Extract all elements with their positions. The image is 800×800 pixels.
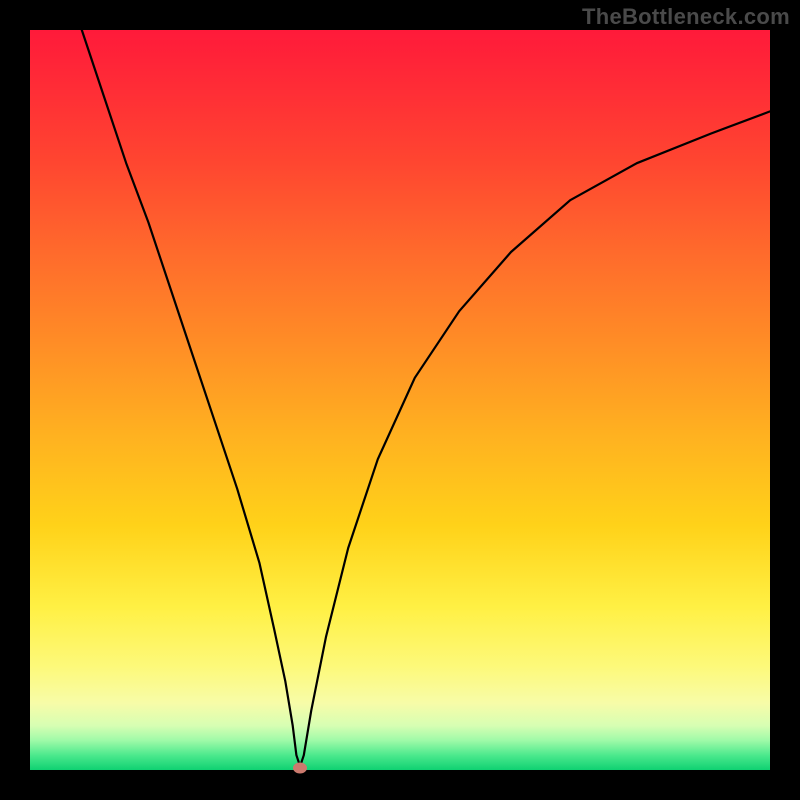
minimum-marker bbox=[293, 762, 307, 773]
bottleneck-curve bbox=[30, 30, 770, 770]
plot-area bbox=[30, 30, 770, 770]
watermark-text: TheBottleneck.com bbox=[582, 4, 790, 30]
chart-frame: TheBottleneck.com bbox=[0, 0, 800, 800]
